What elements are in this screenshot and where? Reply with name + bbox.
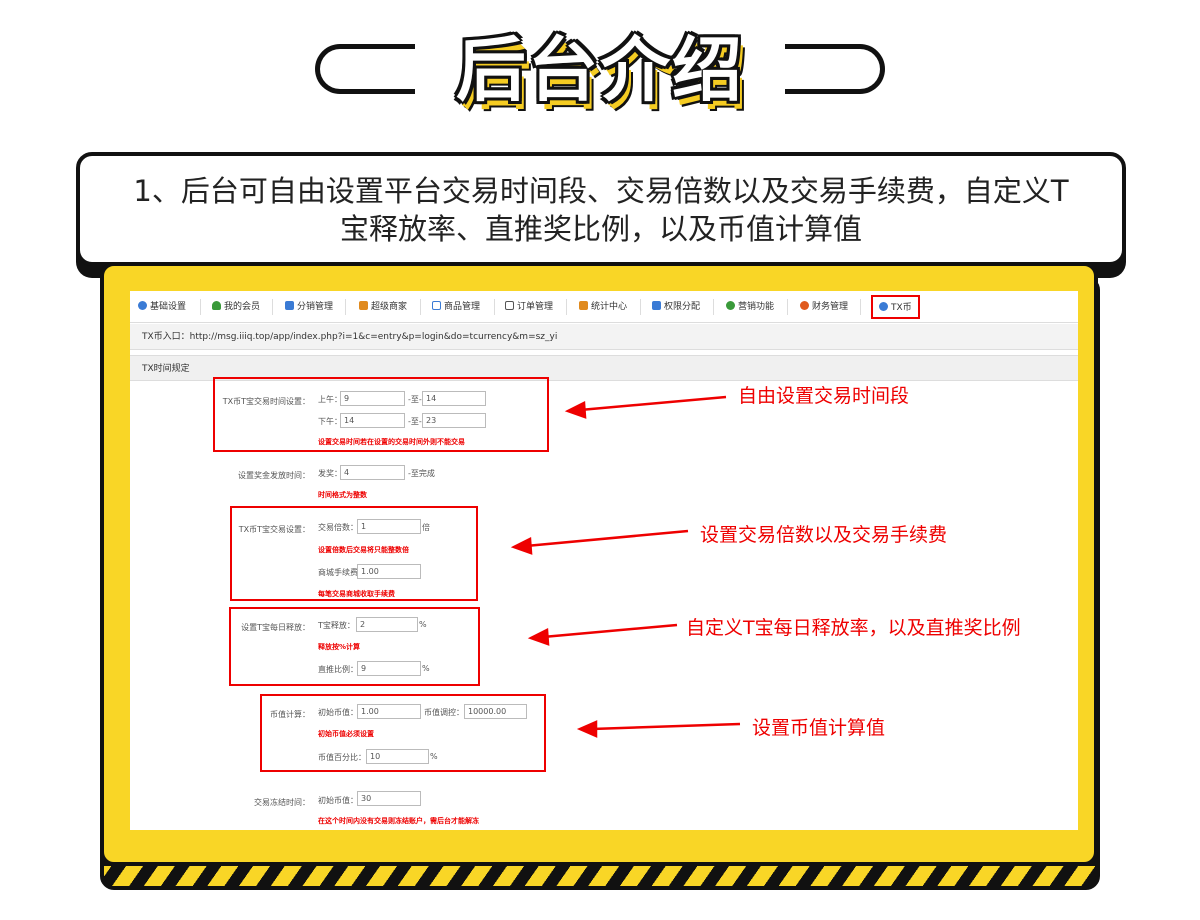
annotation-arrows [510,395,741,738]
arrow-coin-value [591,722,741,731]
note-trade-setting: 设置交易倍数以及交易手续费 [700,524,948,546]
arrow-trade-time [579,395,727,412]
arrow-daily-release [542,623,678,639]
note-daily-release: 自定义T宝每日释放率，以及直推奖比例 [686,617,1021,639]
arrow-head-trade-time [564,401,587,419]
note-trade-time: 自由设置交易时间段 [738,385,910,407]
arrow-head-daily-release [527,628,550,646]
note-coin-value: 设置币值计算值 [752,717,886,739]
arrow-head-trade-setting [510,537,533,555]
arrow-head-coin-value [576,720,598,738]
arrow-trade-setting [525,529,689,548]
